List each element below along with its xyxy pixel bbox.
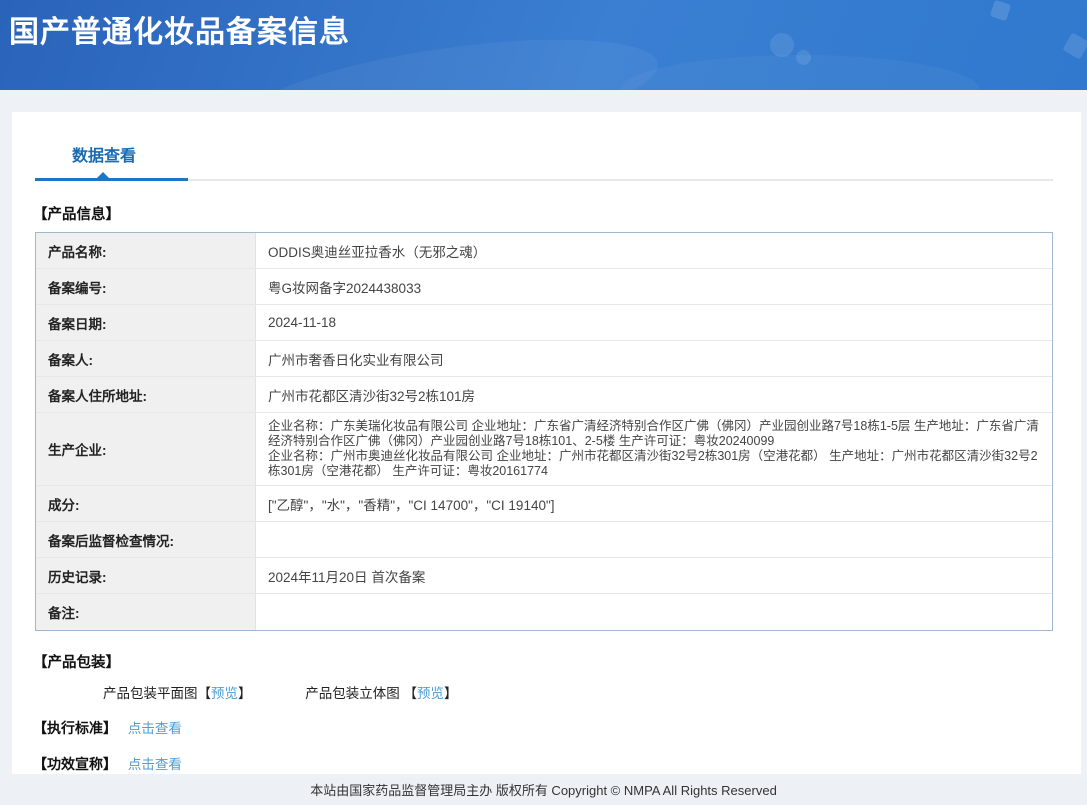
row-value: 企业名称：广东美瑞化妆品有限公司 企业地址：广东省广清经济特别合作区广佛（佛冈）… [256,413,1052,485]
table-row-history: 历史记录: 2024年11月20日 首次备案 [36,558,1052,594]
page-title: 国产普通化妆品备案信息 [9,16,350,49]
tab-bar: 数据查看 [12,112,1081,166]
section-title-standard: 【执行标准】 [33,720,117,736]
packaging-flat-item: 产品包装平面图【预览】 [103,682,252,702]
product-info-table: 产品名称: ODDIS奥迪丝亚拉香水（无邪之魂） 备案编号: 粤G妆网备字202… [35,232,1053,631]
row-label: 备注: [36,594,256,630]
efficacy-view-link[interactable]: 点击查看 [128,757,182,772]
packaging-flat-label: 产品包装平面图 [103,686,198,701]
row-label: 备案人住所地址: [36,377,256,412]
standard-view-link[interactable]: 点击查看 [128,721,182,736]
page-body: 数据查看 【产品信息】 产品名称: ODDIS奥迪丝亚拉香水（无邪之魂） 备案编… [0,90,1087,778]
bracket-open: 【 [197,686,212,701]
row-value: 2024年11月20日 首次备案 [268,569,426,585]
bracket-close: 】 [238,686,252,701]
standard-row: 【执行标准】 点击查看 [33,717,1081,738]
packaging-flat-preview-link[interactable]: 预览 [211,686,238,701]
content-card: 数据查看 【产品信息】 产品名称: ODDIS奥迪丝亚拉香水（无邪之魂） 备案编… [12,112,1081,774]
section-title-packaging: 【产品包装】 [33,655,120,671]
tab-underline [12,172,1081,183]
tab-bar-divider [188,179,1053,181]
row-label: 备案编号: [36,269,256,304]
table-row-product-name: 产品名称: ODDIS奥迪丝亚拉香水（无邪之魂） [36,233,1052,269]
packaging-stereo-item: 产品包装立体图 【预览】 [305,682,457,702]
table-row-supervision-check: 备案后监督检查情况: [36,522,1052,558]
row-value: ["乙醇"，"水"，"香精"，"CI 14700"，"CI 19140"] [268,497,555,513]
footer-text: 本站由国家药品监督管理局主办 版权所有 Copyright © NMPA All… [310,783,777,798]
row-label: 备案后监督检查情况: [36,522,256,557]
manufacturer-entry-1: 企业名称：广东美瑞化妆品有限公司 企业地址：广东省广清经济特别合作区广佛（佛冈）… [268,419,1039,448]
row-value: 粤G妆网备字2024438033 [268,280,422,296]
page-footer: 本站由国家药品监督管理局主办 版权所有 Copyright © NMPA All… [0,778,1087,805]
packaging-links-row: 产品包装平面图【预览】 产品包装立体图 【预览】 [103,682,1081,702]
table-row-registrant: 备案人: 广州市奢香日化实业有限公司 [36,341,1052,377]
row-label: 成分: [36,486,256,521]
row-value: 2024-11-18 [268,315,337,330]
table-row-registrant-address: 备案人住所地址: 广州市花都区清沙街32号2栋101房 [36,377,1052,413]
tab-data-view[interactable]: 数据查看 [72,142,136,166]
bracket-close: 】 [444,686,458,701]
row-label: 产品名称: [36,233,256,268]
efficacy-row: 【功效宣称】 点击查看 [33,753,1081,774]
packaging-stereo-preview-link[interactable]: 预览 [417,686,444,701]
packaging-stereo-label: 产品包装立体图 [305,686,404,701]
page-header: 国产普通化妆品备案信息 [0,0,1087,90]
row-value [256,594,1052,630]
manufacturer-entry-2: 企业名称：广州市奥迪丝化妆品有限公司 企业地址：广州市花都区清沙街32号2栋30… [268,449,1038,478]
row-label: 历史记录: [36,558,256,593]
row-value: 广州市奢香日化实业有限公司 [268,352,444,368]
row-value: 广州市花都区清沙街32号2栋101房 [268,388,476,404]
section-title-efficacy: 【功效宣称】 [33,756,117,772]
table-row-ingredients: 成分: ["乙醇"，"水"，"香精"，"CI 14700"，"CI 19140"… [36,486,1052,522]
header-decoration-circle [796,50,811,65]
row-value [256,522,1052,557]
table-row-filing-date: 备案日期: 2024-11-18 [36,305,1052,341]
table-row-filing-number: 备案编号: 粤G妆网备字2024438033 [36,269,1052,305]
tab-active-indicator [35,178,188,181]
row-label: 备案日期: [36,305,256,340]
table-row-remarks: 备注: [36,594,1052,630]
row-label: 生产企业: [36,413,256,485]
row-label: 备案人: [36,341,256,376]
table-row-manufacturer: 生产企业: 企业名称：广东美瑞化妆品有限公司 企业地址：广东省广清经济特别合作区… [36,413,1052,486]
row-value: ODDIS奥迪丝亚拉香水（无邪之魂） [268,244,487,260]
section-title-product-info: 【产品信息】 [33,207,120,223]
tab-active-arrow-icon [97,172,109,178]
bracket-open: 【 [403,686,418,701]
